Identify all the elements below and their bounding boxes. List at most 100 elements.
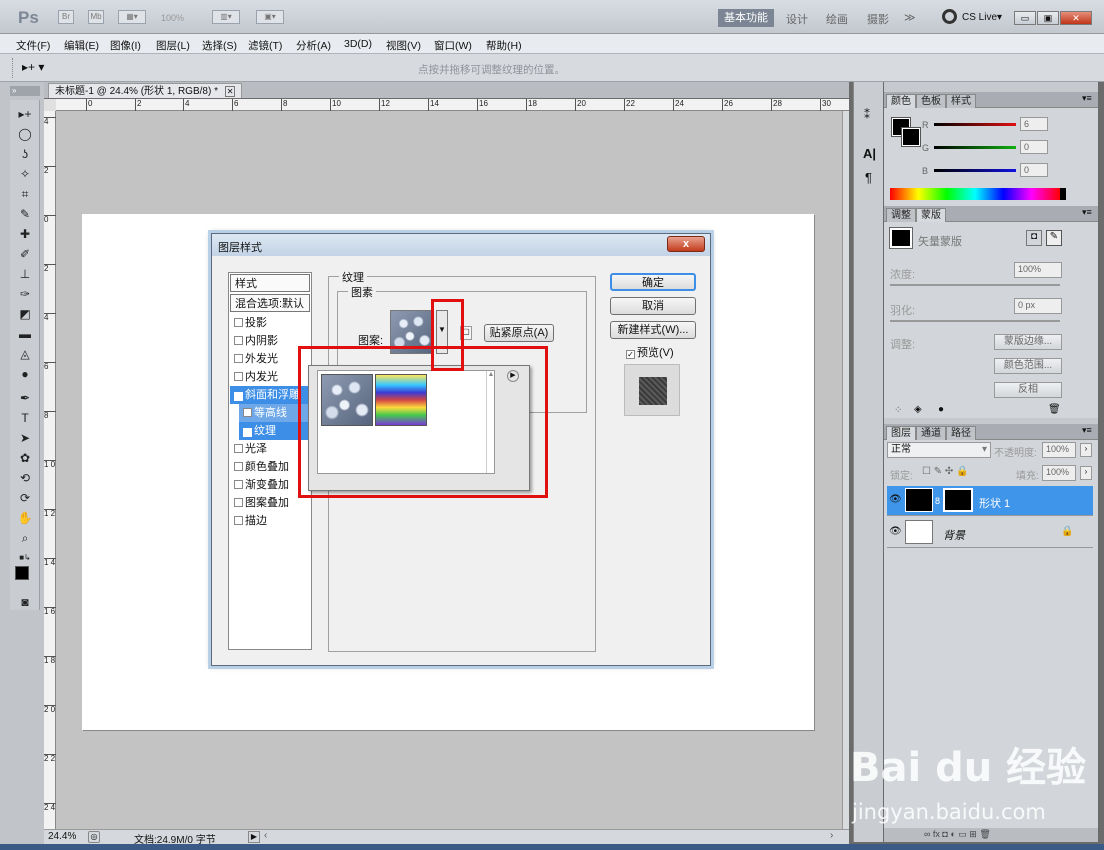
minimize-button[interactable]: ▭ [1014, 11, 1036, 25]
menu-image[interactable]: 图像(I) [110, 38, 141, 53]
menu-window[interactable]: 窗口(W) [434, 38, 472, 53]
opacity-arrow-icon[interactable]: › [1080, 443, 1092, 457]
healing-brush-tool-icon[interactable]: ✚ [16, 226, 34, 242]
tab-adjustments[interactable]: 调整 [886, 208, 916, 222]
clone-stamp-tool-icon[interactable]: ⊥ [16, 266, 34, 282]
layer-row-background[interactable]: 👁 背景 🔒 [887, 518, 1093, 548]
red-slider-track[interactable] [934, 123, 1016, 126]
visibility-eye-icon[interactable]: 👁 [889, 526, 902, 537]
checkbox-checked[interactable]: ✓ [234, 392, 243, 401]
gradient-tool-icon[interactable]: ▬ [16, 326, 34, 342]
history-brush-tool-icon[interactable]: ✑ [16, 286, 34, 302]
workspace-essentials[interactable]: 基本功能 [718, 9, 774, 27]
checkbox[interactable] [234, 444, 243, 453]
brush-tool-icon[interactable]: ✐ [16, 246, 34, 262]
vertical-ruler[interactable]: 4 2 0 2 4 6 8 1 0 1 2 1 4 1 6 1 8 2 0 2 … [44, 111, 56, 830]
checkbox-checked[interactable]: ✓ [243, 428, 252, 437]
character-panel-icon[interactable]: A| [863, 146, 876, 161]
paragraph-panel-icon[interactable]: ¶ [865, 170, 872, 185]
menu-file[interactable]: 文件(F) [16, 38, 50, 53]
checkbox[interactable] [234, 354, 243, 363]
style-stroke[interactable]: 描边 [230, 512, 310, 530]
menu-layer[interactable]: 图层(L) [156, 38, 190, 53]
horizontal-ruler[interactable]: 0 2 4 6 8 10 12 14 16 18 20 22 24 26 28 … [56, 99, 849, 111]
density-slider[interactable] [890, 284, 1060, 286]
visibility-eye-icon[interactable]: ● [938, 404, 944, 415]
dodge-tool-icon[interactable]: ● [16, 366, 34, 382]
layers-footer-icons[interactable]: ∞ fx ◘ ◐ ▭ ⊞ 🗑 [924, 829, 991, 840]
vector-mask-icon[interactable]: ✎ [1046, 230, 1062, 246]
checkbox[interactable] [234, 480, 243, 489]
feather-slider[interactable] [890, 320, 1060, 322]
ok-button[interactable]: 确定 [610, 273, 696, 291]
tab-channels[interactable]: 通道 [916, 426, 946, 440]
fill-arrow-icon[interactable]: › [1080, 466, 1092, 480]
green-slider-track[interactable] [934, 146, 1016, 149]
style-list-blending-options[interactable]: 混合选项:默认 [230, 294, 310, 312]
menu-help[interactable]: 帮助(H) [486, 38, 522, 53]
new-style-button[interactable]: 新建样式(W)... [610, 321, 696, 339]
color-bg-swatch[interactable] [901, 127, 921, 147]
scroll-left-icon[interactable]: ‹ [264, 830, 267, 841]
style-drop-shadow[interactable]: 投影 [230, 314, 310, 332]
scroll-right-icon[interactable]: › [830, 830, 833, 841]
more-workspaces-chevron-icon[interactable]: ≫ [904, 11, 916, 24]
mini-bridge-button[interactable]: Mb [88, 10, 104, 24]
tab-masks[interactable]: 蒙版 [916, 208, 946, 222]
pen-tool-icon[interactable]: ✒ [16, 390, 34, 406]
move-tool-preset-icon[interactable]: ▸+ ▾ [22, 60, 44, 74]
pixel-mask-icon[interactable]: ◘ [1026, 230, 1042, 246]
green-value[interactable]: 0 [1020, 140, 1048, 154]
options-grip[interactable] [12, 58, 14, 78]
menu-filter[interactable]: 滤镜(T) [248, 38, 282, 53]
color-spectrum-bar[interactable] [890, 188, 1060, 200]
menu-view[interactable]: 视图(V) [386, 38, 421, 53]
bridge-button[interactable]: Br [58, 10, 74, 24]
type-tool-icon[interactable]: T [16, 410, 34, 426]
restore-button[interactable]: ▣ [1037, 11, 1059, 25]
checkbox[interactable] [243, 408, 252, 417]
eyedropper-tool-icon[interactable]: ✎ [16, 206, 34, 222]
delete-mask-icon[interactable]: 🗑 [1048, 404, 1061, 415]
view-extras-dropdown[interactable]: ▦▾ [118, 10, 146, 24]
document-tab[interactable]: 未标题-1 @ 24.4% (形状 1, RGB/8) * ✕ [48, 83, 243, 98]
menu-analysis[interactable]: 分析(A) [296, 38, 331, 53]
3d-rotate-tool-icon[interactable]: ⟲ [16, 470, 34, 486]
zoom-tool-icon[interactable]: ⌕ [16, 530, 34, 546]
menu-select[interactable]: 选择(S) [202, 38, 237, 53]
tab-color[interactable]: 颜色 [886, 94, 916, 108]
cs-live-menu[interactable]: CS Live▾ [962, 12, 1002, 23]
checkbox[interactable] [234, 498, 243, 507]
eraser-tool-icon[interactable]: ◩ [16, 306, 34, 322]
blend-mode-select[interactable]: 正常 ▾ [887, 442, 991, 458]
density-value[interactable]: 100% [1014, 262, 1062, 278]
path-select-tool-icon[interactable]: ➤ [16, 430, 34, 446]
checkbox[interactable] [234, 516, 243, 525]
tab-layers[interactable]: 图层 [886, 426, 916, 440]
blue-value[interactable]: 0 [1020, 163, 1048, 177]
checkbox[interactable] [234, 462, 243, 471]
lock-icons[interactable]: ☐ ✎ ✣ 🔒 [922, 466, 969, 477]
close-window-button[interactable]: ✕ [1060, 11, 1092, 25]
crop-tool-icon[interactable]: ⌗ [16, 186, 34, 202]
hand-tool-icon[interactable]: ✋ [16, 510, 34, 526]
layer-row-shape-1[interactable]: 👁 8 形状 1 [887, 486, 1093, 516]
blue-slider-track[interactable] [934, 169, 1016, 172]
menu-3d[interactable]: 3D(D) [344, 38, 372, 50]
fill-value[interactable]: 100% [1042, 465, 1076, 481]
checkbox[interactable] [234, 336, 243, 345]
close-tab-icon[interactable]: ✕ [224, 86, 236, 97]
screen-mode-dropdown[interactable]: ▣▾ [256, 10, 284, 24]
color-range-button[interactable]: 颜色范围... [994, 358, 1062, 374]
status-zoom[interactable]: 24.4% [48, 831, 76, 842]
vertical-scrollbar[interactable] [842, 111, 849, 829]
tab-swatches[interactable]: 色板 [916, 94, 946, 108]
feather-value[interactable]: 0 px [1014, 298, 1062, 314]
foreground-color-swatch[interactable] [15, 566, 29, 580]
tab-paths[interactable]: 路径 [946, 426, 976, 440]
link-icon[interactable]: 8 [935, 496, 940, 506]
preview-checkbox-row[interactable]: ✓ 预览(V) [626, 344, 674, 360]
workspace-design[interactable]: 设计 [786, 11, 808, 27]
visibility-eye-icon[interactable]: 👁 [889, 494, 902, 505]
dialog-close-button[interactable]: x [667, 236, 705, 252]
